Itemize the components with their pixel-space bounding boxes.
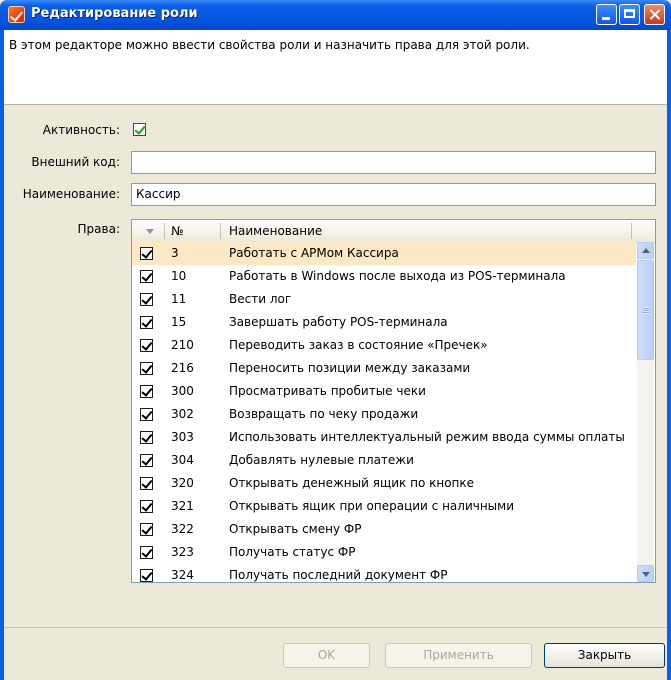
table-row[interactable]: 302 Возвращать по чеку продажи [132,403,636,426]
row-checkbox[interactable] [140,316,153,329]
row-number: 210 [171,338,194,352]
row-number: 322 [171,522,194,536]
table-row[interactable]: 323 Получать статус ФР [132,541,636,564]
row-name: Работать в Windows после выхода из POS-т… [229,269,566,283]
row-name: Добавлять нулевые платежи [229,453,414,467]
close-window-button[interactable] [644,4,665,25]
row-checkbox[interactable] [140,546,153,559]
row-number: 324 [171,568,194,582]
row-checkbox[interactable] [140,362,153,375]
table-row[interactable]: 210 Переводить заказ в состояние «Пречек» [132,334,636,357]
row-name: Открывать денежный ящик по кнопке [229,476,475,490]
row-checkbox[interactable] [140,431,153,444]
description-text: В этом редакторе можно ввести свойства р… [9,38,530,52]
row-name: Просматривать пробитые чеки [229,384,426,398]
row-number: 323 [171,545,194,559]
row-checkbox[interactable] [140,247,153,260]
table-row[interactable]: 10 Работать в Windows после выхода из POS… [132,265,636,288]
row-number: 302 [171,407,194,421]
row-name: Получать последний документ ФР [229,568,448,582]
external-code-label: Внешний код: [31,155,120,169]
row-checkbox[interactable] [140,569,153,582]
external-code-field[interactable] [131,151,656,174]
ok-button[interactable]: OK [283,643,370,668]
table-row[interactable]: 15 Завершать работу POS-терминала [132,311,636,334]
row-number: 304 [171,453,194,467]
scroll-up-button[interactable] [637,242,654,259]
maximize-button[interactable] [619,4,640,25]
row-number: 216 [171,361,194,375]
rights-label: Права: [77,222,120,236]
table-row[interactable]: 303 Использовать интеллектуальный режим в… [132,426,636,449]
vertical-scrollbar[interactable] [637,242,654,582]
row-name: Использовать интеллектуальный режим ввод… [229,430,625,444]
table-row[interactable]: 300 Просматривать пробитые чеки [132,380,636,403]
row-name: Переводить заказ в состояние «Пречек» [229,338,488,352]
window-frame-right [667,30,671,680]
row-checkbox[interactable] [140,339,153,352]
row-name: Завершать работу POS-терминала [229,315,448,329]
row-checkbox[interactable] [140,477,153,490]
table-row[interactable]: 321 Открывать ящик при операции с наличны… [132,495,636,518]
rights-grid: № Наименование 3 Работать с АРМом Кассира… [131,219,656,583]
active-label: Активность: [42,123,120,137]
app-logo-icon [8,6,25,23]
row-number: 11 [171,292,187,306]
name-label: Наименование: [22,187,120,201]
window-frame-left [0,30,4,680]
row-checkbox[interactable] [140,270,153,283]
row-number: 300 [171,384,194,398]
title-bar[interactable]: Редактирование роли [0,0,671,30]
row-name: Открывать ящик при операции с наличными [229,499,514,513]
window-title: Редактирование роли [31,6,198,21]
table-row[interactable]: 3 Работать с АРМом Кассира [132,242,636,265]
table-row[interactable]: 320 Открывать денежный ящик по кнопке [132,472,636,495]
row-name: Возвращать по чеку продажи [229,407,419,421]
table-row[interactable]: 11 Вести лог [132,288,636,311]
row-number: 303 [171,430,194,444]
row-checkbox[interactable] [140,454,153,467]
column-header-name[interactable]: Наименование [229,224,322,238]
close-button[interactable]: Закрыть [544,643,665,668]
row-name: Переносить позиции между заказами [229,361,471,375]
table-row[interactable]: 216 Переносить позиции между заказами [132,357,636,380]
row-checkbox[interactable] [140,385,153,398]
minimize-button[interactable] [596,4,617,25]
row-name: Работать с АРМом Кассира [229,246,399,260]
grid-header: № Наименование [132,220,655,243]
row-number: 15 [171,315,187,329]
row-checkbox[interactable] [140,500,153,513]
column-divider [631,223,632,239]
scroll-down-button[interactable] [637,565,654,582]
column-divider [164,223,165,239]
table-row[interactable]: 304 Добавлять нулевые платежи [132,449,636,472]
row-number: 320 [171,476,194,490]
row-checkbox[interactable] [140,408,153,421]
footer-divider [4,627,667,628]
row-number: 10 [171,269,187,283]
role-editor-window: Редактирование роли В этом редакторе мож… [0,0,671,680]
column-divider [220,223,221,239]
active-checkbox[interactable] [133,123,146,136]
apply-button[interactable]: Применить [385,643,532,668]
column-header-number[interactable]: № [171,224,183,238]
scroll-thumb[interactable] [637,260,654,360]
row-number: 321 [171,499,194,513]
row-number: 3 [171,246,179,260]
row-name: Вести лог [229,292,292,306]
row-checkbox[interactable] [140,523,153,536]
name-field[interactable]: Кассир [131,183,656,206]
row-name: Открывать смену ФР [229,522,362,536]
chevron-down-icon[interactable] [146,229,154,234]
table-row[interactable]: 322 Открывать смену ФР [132,518,636,541]
table-row[interactable]: 324 Получать последний документ ФР [132,564,636,582]
row-checkbox[interactable] [140,293,153,306]
row-name: Получать статус ФР [229,545,356,559]
